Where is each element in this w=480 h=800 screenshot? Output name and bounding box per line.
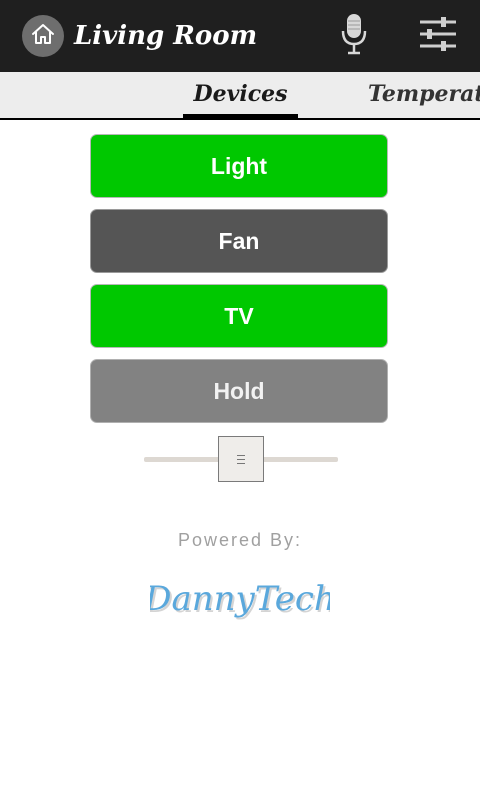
tab-selected-indicator — [183, 114, 298, 118]
page-title: Living Room — [74, 21, 258, 51]
tv-toggle-button[interactable]: TV — [90, 284, 388, 348]
tab-strip: Devices Temperature — [0, 72, 480, 120]
dannytech-logo: DannyTech DannyTech — [143, 572, 338, 624]
voice-input-button[interactable] — [336, 12, 372, 60]
slider-thumb[interactable] — [218, 436, 264, 482]
logo-text: DannyTech — [150, 579, 330, 619]
home-icon — [30, 21, 56, 52]
powered-by-label: Powered By: — [177, 530, 303, 550]
hold-button[interactable]: Hold — [90, 359, 388, 423]
tab-temperature-label: Temperature — [368, 81, 480, 107]
microphone-icon — [340, 12, 368, 61]
level-slider[interactable] — [144, 436, 338, 484]
tab-devices-label: Devices — [193, 81, 288, 107]
sliders-icon — [418, 16, 458, 57]
app-screen: Living Room Devices Tempera Light Fan TV… — [0, 0, 480, 800]
fan-toggle-button[interactable]: Fan — [90, 209, 388, 273]
home-button[interactable] — [22, 15, 64, 57]
action-bar: Living Room — [0, 0, 480, 73]
grip-icon — [237, 454, 245, 464]
tab-devices[interactable]: Devices — [183, 72, 298, 118]
light-toggle-button[interactable]: Light — [90, 134, 388, 198]
tab-temperature[interactable]: Temperature — [368, 72, 480, 118]
settings-button[interactable] — [414, 14, 462, 58]
